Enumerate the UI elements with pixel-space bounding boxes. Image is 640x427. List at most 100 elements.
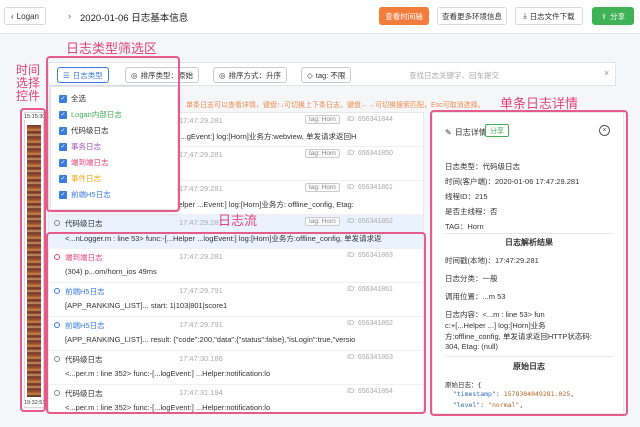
raw-log-line: "timestamp": 1578304049281.025, [445, 390, 575, 398]
log-message: <...per.m : line 352> func:-[...logEvent… [65, 403, 271, 412]
stream-annotation-label: 日志流 [218, 213, 258, 228]
keyboard-hint: 单条日志可以查看详情，键盘↑↓可切换上下条日志，键盘←→可切换搜索匹配，Esc可… [186, 102, 485, 109]
log-dot-icon [54, 254, 60, 260]
checkbox-checked-icon[interactable]: ✓ [59, 94, 67, 103]
download-log-button[interactable]: ⤓ 日志文件下载 [515, 7, 583, 25]
log-type: 端到端日志 [65, 253, 103, 262]
raw-log-line: "level": "normal", [445, 401, 524, 409]
log-type-dropdown: ✓ 全选 ✓ Logan内部日志 ✓ 代码级日志 ✓ 事务日志 ✓ 端到端日志 ✓ 事件日志 ✓ 前端H5… [50, 86, 178, 210]
log-time: 17:47:29.281 [179, 218, 223, 227]
log-type-option[interactable]: ✓ 前端H5日志 [59, 189, 111, 200]
log-row[interactable]: 代码级日志 17:47:31.194 ID: 656341864 <...per.m … [49, 385, 423, 413]
detail-share-button[interactable]: 分享 [485, 124, 509, 137]
back-button[interactable]: ‹ Logan [4, 7, 46, 25]
clear-icon[interactable]: × [604, 68, 609, 78]
checkbox-checked-icon[interactable]: ✓ [59, 126, 67, 135]
log-id: ID: 656341861 [347, 286, 393, 293]
log-message: [APP_RANKING_LIST]... start: 1|103|801|s… [65, 301, 228, 310]
view-env-button[interactable]: 查看更多环境信息 [437, 7, 507, 25]
checkbox-checked-icon[interactable]: ✓ [59, 110, 67, 119]
divider [445, 356, 613, 357]
option-label: 前端H5日志 [71, 190, 111, 199]
checkbox-checked-icon[interactable]: ✓ [59, 190, 67, 199]
detail-annotation-label: 单条日志详情 [500, 96, 579, 111]
log-id: ID: 656341862 [347, 218, 393, 225]
share-button[interactable]: ⇪ 分享 [592, 7, 634, 25]
log-time: 17:47:30.186 [179, 354, 223, 363]
detail-field: 时间(客户端)：2020-01-06 17:47:29.281 [445, 177, 580, 186]
tag-icon: ◇ [307, 70, 313, 80]
log-type: 前端H5日志 [65, 321, 105, 330]
log-time: 17:47:29.791 [179, 286, 223, 295]
log-row[interactable]: 前端H5日志 17:47:29.791 ID: 656341862 [APP_RANK… [49, 317, 423, 351]
log-tag: tag: Horn [305, 149, 340, 158]
log-type-option[interactable]: ✓ 代码级日志 [59, 125, 109, 136]
check-circle-icon: ◎ [219, 70, 226, 80]
search-input[interactable]: 查找日志关键字、回车提交 [409, 70, 499, 81]
log-message: <...nLogger.m : line 53> func:-[...Helpe… [65, 234, 382, 243]
option-label: 事件日志 [71, 174, 101, 183]
log-row[interactable]: 代码级日志 17:47:30.186 ID: 656341863 <...per.m … [49, 351, 423, 385]
parse-field: 方:offline_config, 单发请求返回HTTP状态码: [445, 332, 592, 341]
log-id: ID: 656341861 [347, 184, 393, 191]
detail-title: 日志详情 [454, 128, 487, 137]
detail-header: ✎ 日志详情 分享 × [433, 113, 623, 147]
log-tag: tag: Horn [305, 115, 340, 124]
checkbox-checked-icon[interactable]: ✓ [59, 158, 67, 167]
detail-field: 日志类型：代码级日志 [445, 162, 520, 171]
close-icon[interactable]: × [599, 125, 610, 136]
download-icon: ⤓ [523, 11, 527, 20]
log-dot-icon [54, 322, 60, 328]
view-timeline-button[interactable]: 查看时间轴 [379, 7, 429, 25]
log-type-option[interactable]: ✓ 端到端日志 [59, 157, 109, 168]
log-time: 17:47:29.281 [179, 252, 223, 261]
log-type-option[interactable]: ✓ 全选 [59, 93, 86, 104]
chevron-left-icon: ‹ [11, 11, 14, 21]
page-title: 2020-01-06 日志基本信息 [80, 13, 189, 24]
parse-field: 日志分类：一般 [445, 274, 498, 283]
log-type-option[interactable]: ✓ 事务日志 [59, 141, 101, 152]
log-type: 前端H5日志 [65, 287, 105, 296]
timeline-control[interactable] [24, 112, 44, 408]
log-row[interactable]: 前端H5日志 17:47:29.791 ID: 656341861 [APP_RANK… [49, 283, 423, 317]
filter-bar: ☰ 日志类型 ◎ 排序类型：原始 ◎ 排序方式：升序 ◇ tag: 不限 查找日志关键字… [48, 62, 616, 86]
detail-field: TAG：Horn [445, 222, 484, 231]
check-circle-icon: ◎ [131, 70, 138, 80]
log-id: ID: 656341863 [347, 354, 393, 361]
log-time: 17:47:31.194 [179, 388, 223, 397]
log-type: 代码级日志 [65, 389, 103, 398]
chevron-right-icon: › [68, 11, 71, 21]
log-row[interactable]: 端到端日志 17:47:29.281 ID: 656341863 (304) p...… [49, 249, 423, 283]
parse-result-title: 日志解析结果 [505, 238, 553, 247]
log-time: 17:47:29.281 [179, 150, 223, 159]
log-type: 代码级日志 [65, 355, 103, 364]
log-type-filter[interactable]: ☰ 日志类型 [57, 67, 109, 83]
log-tag: tag: Horn [305, 183, 340, 192]
log-type-option[interactable]: ✓ 事件日志 [59, 173, 101, 184]
divider [445, 233, 613, 234]
option-label: 端到端日志 [71, 158, 109, 167]
filter-annotation-label: 日志类型筛选区 [66, 41, 158, 56]
parse-field: c:+[...Helper ...] log:[Horn]业务 [445, 321, 546, 330]
tag-select[interactable]: ◇ tag: 不限 [301, 67, 352, 83]
log-id: ID: 656341844 [347, 116, 393, 123]
sort-type-select[interactable]: ◎ 排序类型：原始 [125, 67, 200, 83]
parse-field: 304, Etag: (null) [445, 342, 498, 351]
timeline-density-strip[interactable] [27, 125, 41, 397]
log-message: (304) p...om/horn_ios 49ms [65, 267, 157, 276]
log-id: ID: 656341863 [347, 252, 393, 259]
checkbox-checked-icon[interactable]: ✓ [59, 142, 67, 151]
log-time: 17:47:29.281 [179, 184, 223, 193]
option-label: 事务日志 [71, 142, 101, 151]
log-time: 17:47:29.281 [179, 116, 223, 125]
timeline-end-label: 19:32:51 [24, 400, 46, 406]
checkbox-checked-icon[interactable]: ✓ [59, 174, 67, 183]
raw-log-title: 原始日志 [513, 362, 545, 371]
top-bar: ‹ Logan › 2020-01-06 日志基本信息 查看时间轴 查看更多环境… [0, 0, 640, 34]
log-message: [APP_RANKING_LIST]... result: {"code":20… [65, 335, 356, 344]
detail-field: 是否主线程：否 [445, 207, 498, 216]
sort-order-select[interactable]: ◎ 排序方式：升序 [213, 67, 288, 83]
log-type-option[interactable]: ✓ Logan内部日志 [59, 109, 122, 120]
parse-field: 日志内容：<...m : line 53> fun [445, 310, 545, 319]
log-id: ID: 656341850 [347, 150, 393, 157]
